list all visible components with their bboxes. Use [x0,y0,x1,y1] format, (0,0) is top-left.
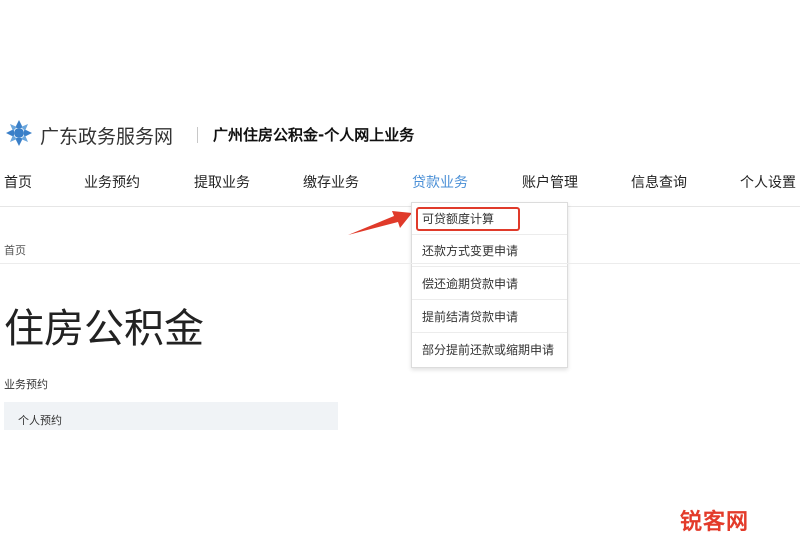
nav-item-deposit[interactable]: 缴存业务 [303,172,359,192]
sub-title: 广州住房公积金-个人网上业务 [213,126,415,144]
watermark: 锐客网 [680,510,750,535]
menu-item-overdue-repayment[interactable]: 偿还逾期贷款申请 [412,268,567,300]
nav-item-inquiry[interactable]: 信息查询 [631,172,687,192]
loan-dropdown-menu: 可贷额度计算 还款方式变更申请 偿还逾期贷款申请 提前结清贷款申请 部分提前还款… [411,202,568,368]
menu-item-early-settlement[interactable]: 提前结清贷款申请 [412,301,567,333]
nav-item-account[interactable]: 账户管理 [522,172,578,192]
nav-item-loan[interactable]: 贷款业务 [412,172,468,192]
gov-service-logo-icon[interactable] [4,118,34,148]
page-title: 住房公积金 [4,306,204,352]
site-header: 广东政务服务网 广州住房公积金-个人网上业务 [0,116,800,152]
nav-item-home[interactable]: 首页 [4,172,32,192]
content-divider [0,263,800,264]
section-label: 业务预约 [4,378,48,391]
breadcrumb[interactable]: 首页 [4,242,26,258]
highlight-box [416,207,520,231]
nav-item-settings[interactable]: 个人设置 [740,172,796,192]
header-divider [197,127,198,143]
pointer-arrow-icon [348,211,412,235]
main-nav: 首页 业务预约 提取业务 缴存业务 贷款业务 账户管理 信息查询 个人设置 [0,166,800,207]
panel-item-personal-appointment[interactable]: 个人预约 [18,412,62,428]
menu-item-partial-prepayment[interactable]: 部分提前还款或缩期申请 [412,334,567,366]
nav-item-withdrawal[interactable]: 提取业务 [194,172,250,192]
appointment-panel: 个人预约 [4,402,338,430]
nav-item-appointment[interactable]: 业务预约 [84,172,140,192]
site-name[interactable]: 广东政务服务网 [40,122,173,149]
